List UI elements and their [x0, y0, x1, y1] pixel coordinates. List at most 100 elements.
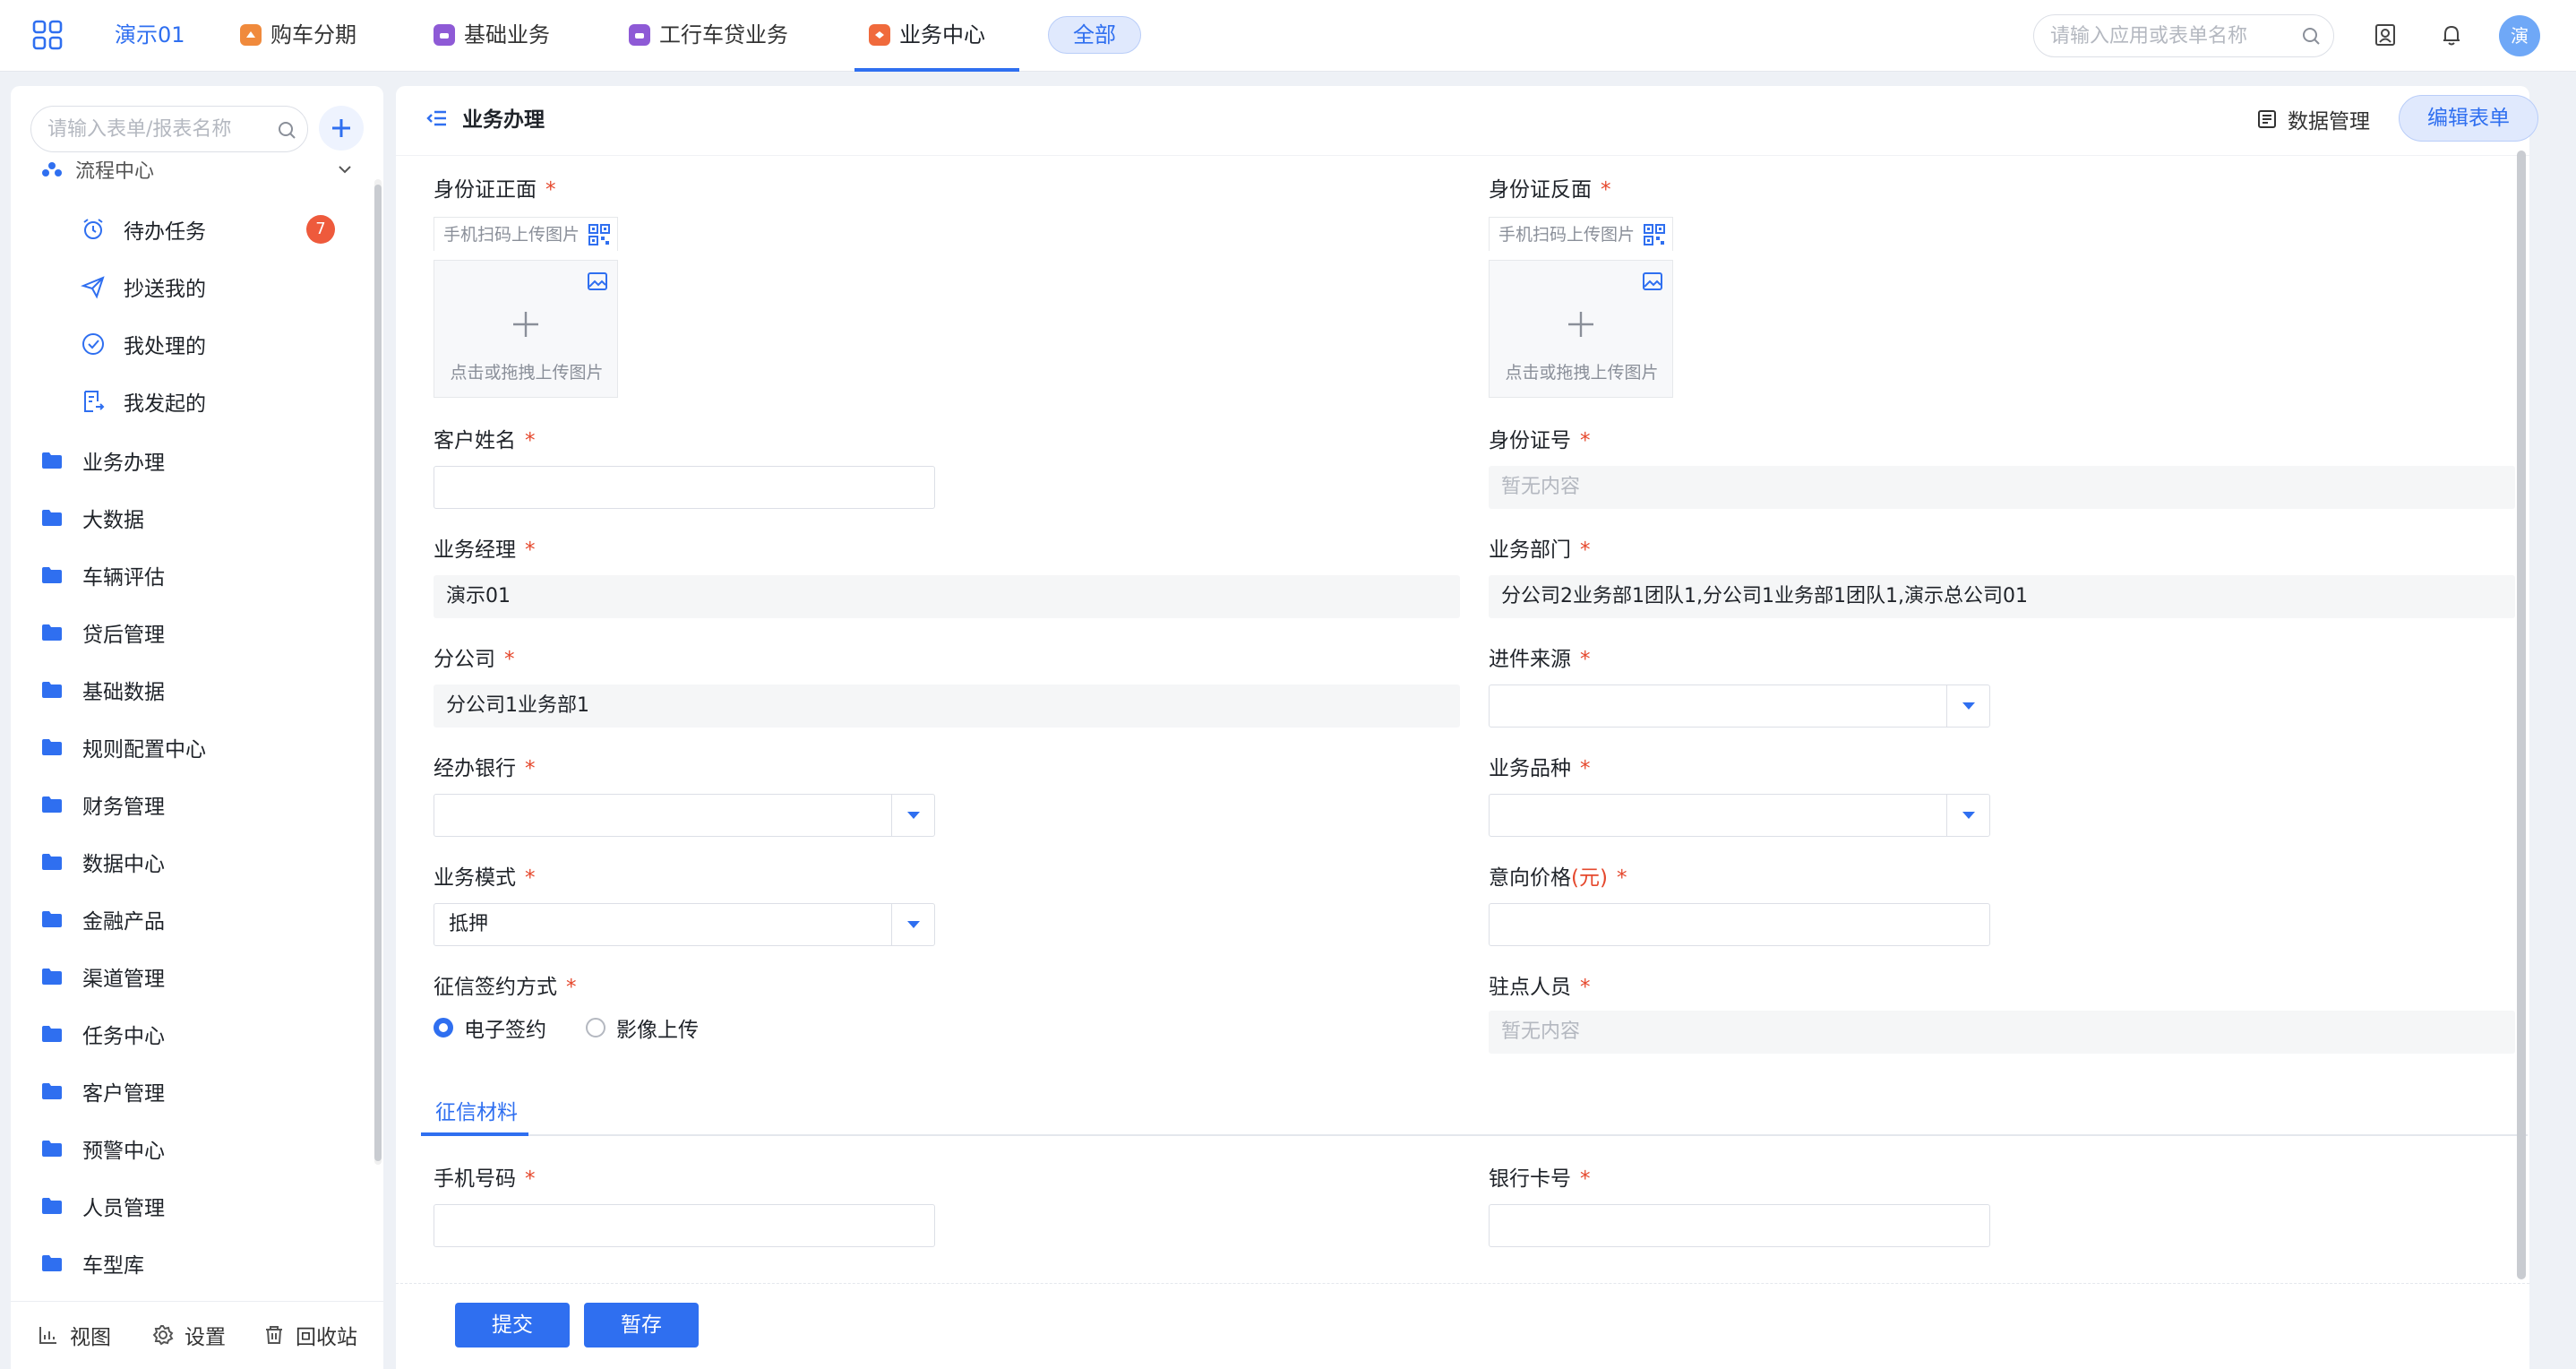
- folder-icon: [42, 1026, 62, 1042]
- add-form-button[interactable]: [319, 106, 364, 151]
- app-search-box[interactable]: [2033, 14, 2334, 57]
- bank-card-input[interactable]: [1489, 1204, 1990, 1247]
- tab-business-center[interactable]: 业务中心: [869, 18, 985, 52]
- sidebar-folder[interactable]: 人员管理: [41, 1188, 165, 1224]
- sidebar-folder[interactable]: 基础数据: [41, 672, 165, 708]
- radio-image-upload[interactable]: 影像上传: [586, 1012, 699, 1043]
- sidebar-folder[interactable]: 贷后管理: [41, 615, 165, 650]
- id-front-upload[interactable]: 点击或拖拽上传图片: [434, 260, 618, 398]
- menu-collapse-icon[interactable]: [426, 108, 448, 129]
- tab-basic-business[interactable]: 基础业务: [434, 18, 550, 52]
- app-search-input[interactable]: [2050, 15, 2292, 56]
- folder-icon: [42, 452, 62, 469]
- recycle-bin-button[interactable]: 回收站: [263, 1320, 357, 1350]
- all-apps-button[interactable]: 全部: [1048, 16, 1141, 54]
- radio-unchecked[interactable]: [586, 1018, 605, 1038]
- mode-select[interactable]: 抵押: [434, 903, 935, 946]
- sidebar-group-flow-center[interactable]: 流程中心: [41, 161, 355, 183]
- bell-icon[interactable]: [2436, 20, 2467, 50]
- recycle-label: 回收站: [296, 1326, 357, 1349]
- sidebar-scrollbar[interactable]: [374, 185, 382, 1161]
- sidebar-folder[interactable]: 财务管理: [41, 787, 165, 822]
- form-footer: [396, 1283, 2529, 1369]
- folder-label: 大数据: [82, 509, 144, 532]
- sidebar-item-cc-me[interactable]: 抄送我的: [81, 269, 206, 305]
- plus-icon: [513, 312, 538, 337]
- submit-button[interactable]: 提交: [455, 1303, 570, 1347]
- tab-icbc-loan[interactable]: 工行车贷业务: [629, 18, 788, 52]
- credit-sign-radio-group: 电子签约 影像上传: [434, 1012, 699, 1043]
- sidebar-folder[interactable]: 大数据: [41, 500, 144, 536]
- resident-label: 驻点人员 *: [1489, 976, 1591, 999]
- bank-select[interactable]: [434, 794, 935, 837]
- product-select[interactable]: [1489, 794, 1990, 837]
- sidebar-item-pending-tasks[interactable]: 待办任务: [81, 211, 206, 247]
- sidebar-item-processed[interactable]: 我处理的: [81, 326, 206, 362]
- caret-down-icon[interactable]: [1946, 795, 1989, 836]
- page-title: 业务办理: [462, 108, 545, 132]
- section-divider: [421, 1134, 2528, 1136]
- folder-label: 业务办理: [82, 452, 165, 475]
- sidebar-folder[interactable]: 预警中心: [41, 1131, 165, 1167]
- main-scrollbar[interactable]: [2517, 151, 2526, 1279]
- contacts-icon[interactable]: [2370, 20, 2400, 50]
- sidebar-search-box[interactable]: [30, 106, 308, 152]
- customer-name-input[interactable]: [434, 466, 935, 509]
- mobile-scan-upload[interactable]: 手机扫码上传图片: [1489, 217, 1673, 251]
- plus-icon: [1568, 312, 1593, 337]
- folder-label: 任务中心: [82, 1025, 165, 1048]
- folder-icon: [42, 969, 62, 985]
- avatar[interactable]: 演: [2499, 15, 2540, 56]
- sidebar-item-initiated[interactable]: 我发起的: [81, 383, 206, 419]
- phone-input[interactable]: [434, 1204, 935, 1247]
- view-button[interactable]: 视图: [38, 1320, 111, 1350]
- send-icon: [81, 276, 105, 299]
- sidebar-folder[interactable]: 车辆评估: [41, 557, 165, 593]
- sidebar-search-input[interactable]: [47, 107, 271, 151]
- source-label: 进件来源 *: [1489, 648, 1591, 671]
- upload-text: 点击或拖拽上传图片: [1505, 363, 1659, 383]
- department-label: 业务部门 *: [1489, 538, 1591, 562]
- manager-field: 演示01: [434, 575, 1460, 618]
- sidebar-folder[interactable]: 客户管理: [41, 1073, 165, 1109]
- tab-credit-materials[interactable]: 征信材料: [435, 1095, 518, 1131]
- radio-electronic-sign[interactable]: 电子签约: [434, 1012, 546, 1043]
- folder-label: 规则配置中心: [82, 738, 206, 762]
- scan-hint-text: 手机扫码上传图片: [1498, 224, 1636, 245]
- tab-car-installment[interactable]: 购车分期: [240, 18, 356, 52]
- settings-button[interactable]: 设置: [152, 1320, 226, 1350]
- sidebar-folder[interactable]: 任务中心: [41, 1016, 165, 1052]
- bank-label: 经办银行 *: [434, 757, 536, 780]
- scan-hint-text: 手机扫码上传图片: [443, 224, 580, 245]
- sidebar-folder[interactable]: 渠道管理: [41, 959, 165, 994]
- sidebar-folder[interactable]: 金融产品: [41, 901, 165, 937]
- caret-down-icon[interactable]: [891, 795, 934, 836]
- sidebar-folder[interactable]: 车型库: [41, 1245, 144, 1281]
- source-select[interactable]: [1489, 684, 1990, 728]
- id-back-upload[interactable]: 点击或拖拽上传图片: [1489, 260, 1673, 398]
- sidebar-folder[interactable]: 业务办理: [41, 443, 165, 478]
- product-label: 业务品种 *: [1489, 757, 1591, 780]
- mobile-scan-upload[interactable]: 手机扫码上传图片: [434, 217, 618, 251]
- save-draft-button[interactable]: 暂存: [584, 1303, 699, 1347]
- caret-down-icon[interactable]: [891, 904, 934, 945]
- org-name[interactable]: 演示01: [115, 20, 185, 50]
- radio-checked[interactable]: [434, 1018, 453, 1038]
- app-grid-icon[interactable]: [32, 20, 63, 50]
- chevron-down-icon: [339, 166, 351, 174]
- image-icon: [588, 272, 607, 290]
- qr-code-icon: [588, 223, 610, 245]
- folder-icon: [42, 1141, 62, 1157]
- data-management-button[interactable]: 数据管理: [2257, 104, 2370, 134]
- trash-icon: [266, 1326, 282, 1344]
- price-input[interactable]: [1489, 903, 1990, 946]
- folder-label: 财务管理: [82, 796, 165, 819]
- folder-icon: [42, 624, 62, 641]
- app-icon: [240, 24, 262, 46]
- sidebar-folder[interactable]: 数据中心: [41, 844, 165, 880]
- folder-icon: [42, 510, 62, 526]
- caret-down-icon[interactable]: [1946, 685, 1989, 727]
- view-label: 视图: [70, 1326, 111, 1349]
- sidebar-folder[interactable]: 规则配置中心: [41, 729, 206, 765]
- edit-form-button[interactable]: 编辑表单: [2399, 95, 2538, 142]
